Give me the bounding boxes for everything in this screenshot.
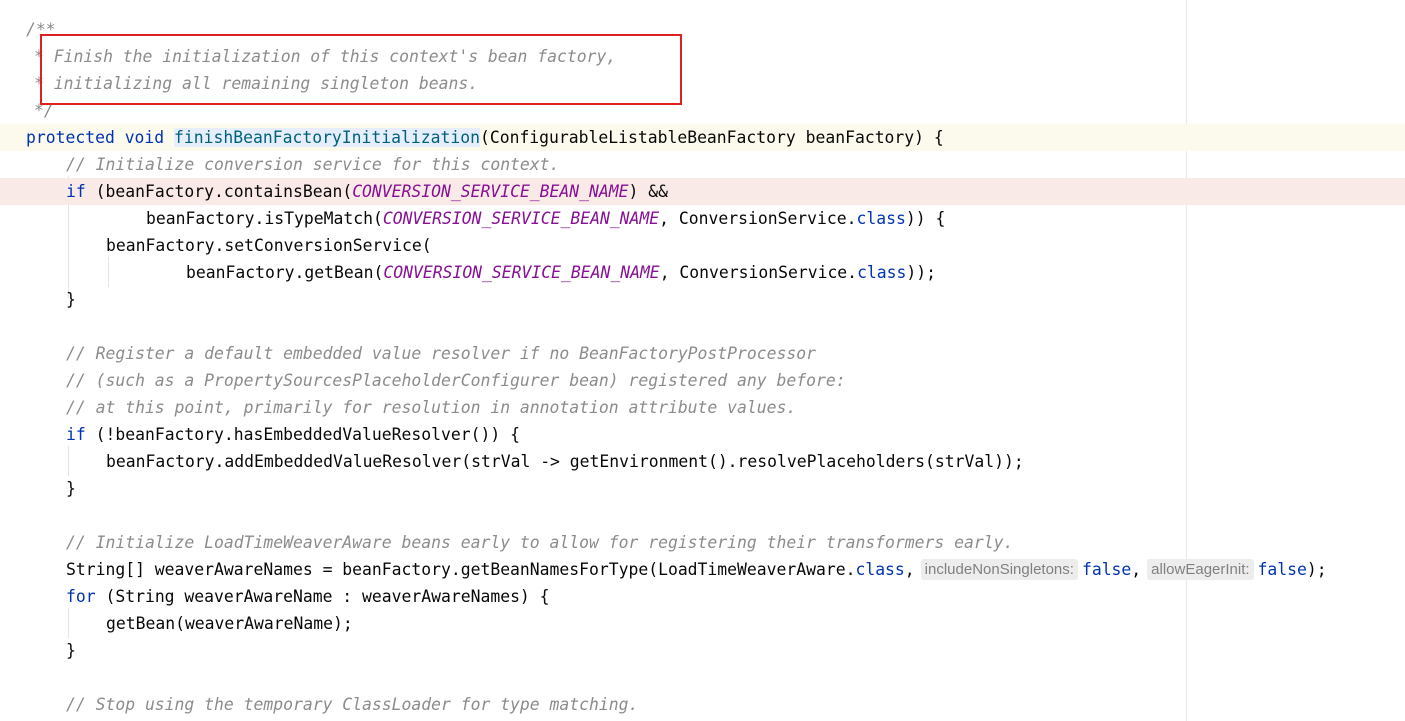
code-token: );	[1306, 560, 1327, 579]
comment-token: // Register a default embedded value res…	[66, 344, 816, 363]
code-text: beanFactory.setConversionService(	[106, 232, 432, 259]
keyword-token: if	[66, 425, 86, 444]
annotation-highlight-box	[40, 34, 682, 105]
code-text: }	[66, 637, 76, 664]
code-line[interactable]: }	[0, 286, 1405, 313]
code-text: // at this point, primarily for resoluti…	[66, 394, 796, 421]
code-token: ,	[1131, 560, 1142, 579]
code-token: beanFactory.addEmbeddedValueResolver(str…	[106, 452, 1024, 471]
code-text: getBean(weaverAwareName);	[106, 610, 353, 637]
keyword-token: class	[857, 263, 907, 282]
keyword-token: class	[856, 209, 906, 228]
code-text: for (String weaverAwareName : weaverAwar…	[66, 583, 550, 610]
code-text: // (such as a PropertySourcesPlaceholder…	[66, 367, 846, 394]
code-editor[interactable]: /** * Finish the initialization of this c…	[0, 0, 1405, 721]
code-line[interactable]: protected void finishBeanFactoryInitiali…	[0, 124, 1405, 151]
code-text: // Stop using the temporary ClassLoader …	[66, 691, 638, 718]
constant-token: CONVERSION_SERVICE_BEAN_NAME	[383, 263, 660, 282]
code-line[interactable]: for (String weaverAwareName : weaverAwar…	[0, 583, 1405, 610]
code-line[interactable]: // Initialize conversion service for thi…	[0, 151, 1405, 178]
comment-token: // Stop using the temporary ClassLoader …	[66, 695, 639, 714]
code-token: (beanFactory.containsBean(	[85, 182, 353, 201]
code-line[interactable]: // Stop using the temporary ClassLoader …	[0, 691, 1405, 718]
constant-token: CONVERSION_SERVICE_BEAN_NAME	[382, 209, 660, 228]
code-token: String[] weaverAwareNames = beanFactory.…	[66, 560, 856, 579]
code-text: beanFactory.isTypeMatch(CONVERSION_SERVI…	[146, 205, 945, 232]
code-token: }	[66, 290, 76, 309]
comment-token: // Initialize LoadTimeWeaverAware beans …	[66, 533, 1014, 552]
code-text: String[] weaverAwareNames = beanFactory.…	[66, 556, 1327, 583]
code-text: // Register a default embedded value res…	[66, 340, 816, 367]
code-line[interactable]: // Register a default embedded value res…	[0, 340, 1405, 367]
code-token: (!beanFactory.hasEmbeddedValueResolver()…	[85, 425, 520, 444]
code-token: beanFactory.setConversionService(	[106, 236, 432, 255]
keyword-token: void	[124, 128, 165, 147]
parameter-hint: allowEagerInit:	[1147, 559, 1254, 580]
code-text: if (beanFactory.containsBean(CONVERSION_…	[66, 178, 668, 205]
code-token: )) {	[905, 209, 946, 228]
comment-token: // (such as a PropertySourcesPlaceholder…	[66, 371, 846, 390]
code-line[interactable]: }	[0, 637, 1405, 664]
code-line[interactable]: getBean(weaverAwareName);	[0, 610, 1405, 637]
code-token: , ConversionService.	[659, 263, 858, 282]
method-name-token: finishBeanFactoryInitialization	[174, 128, 480, 147]
code-line[interactable]: }	[0, 475, 1405, 502]
keyword-token: for	[66, 587, 96, 606]
code-line[interactable]: // at this point, primarily for resoluti…	[0, 394, 1405, 421]
keyword-token: if	[66, 182, 86, 201]
code-token: ) &&	[628, 182, 668, 201]
keyword-token: class	[855, 560, 905, 579]
code-text: // Initialize conversion service for thi…	[66, 151, 559, 178]
code-token: beanFactory.getBean(	[186, 263, 384, 282]
code-token: }	[66, 641, 76, 660]
code-token: }	[66, 479, 76, 498]
keyword-token: false	[1257, 560, 1307, 579]
code-text: }	[66, 475, 76, 502]
code-line[interactable]: if (!beanFactory.hasEmbeddedValueResolve…	[0, 421, 1405, 448]
parameter-hint: includeNonSingletons:	[920, 559, 1078, 580]
code-line[interactable]: // (such as a PropertySourcesPlaceholder…	[0, 367, 1405, 394]
code-text: protected void finishBeanFactoryInitiali…	[26, 124, 944, 151]
code-token: beanFactory.isTypeMatch(	[146, 209, 383, 228]
keyword-token: protected	[26, 128, 115, 147]
code-line[interactable]: String[] weaverAwareNames = beanFactory.…	[0, 556, 1405, 583]
keyword-token: false	[1081, 560, 1132, 579]
code-token: (String weaverAwareName : weaverAwareNam…	[95, 587, 550, 606]
code-line[interactable]: beanFactory.getBean(CONVERSION_SERVICE_B…	[0, 259, 1405, 286]
code-token: ,	[904, 560, 915, 579]
code-text: if (!beanFactory.hasEmbeddedValueResolve…	[66, 421, 520, 448]
code-text: }	[66, 286, 76, 313]
code-line[interactable]: beanFactory.addEmbeddedValueResolver(str…	[0, 448, 1405, 475]
code-token: (ConfigurableListableBeanFactory beanFac…	[479, 128, 944, 147]
comment-token: // Initialize conversion service for thi…	[66, 155, 560, 174]
constant-token: CONVERSION_SERVICE_BEAN_NAME	[352, 182, 629, 201]
code-text: // Initialize LoadTimeWeaverAware beans …	[66, 529, 1013, 556]
code-text: beanFactory.addEmbeddedValueResolver(str…	[106, 448, 1024, 475]
code-line[interactable]: beanFactory.setConversionService(	[0, 232, 1405, 259]
code-line[interactable]: if (beanFactory.containsBean(CONVERSION_…	[0, 178, 1405, 205]
comment-token: // at this point, primarily for resoluti…	[66, 398, 797, 417]
code-text: beanFactory.getBean(CONVERSION_SERVICE_B…	[186, 259, 936, 286]
code-token: , ConversionService.	[659, 209, 857, 228]
code-line[interactable]: // Initialize LoadTimeWeaverAware beans …	[0, 529, 1405, 556]
code-line[interactable]: beanFactory.isTypeMatch(CONVERSION_SERVI…	[0, 205, 1405, 232]
code-token: ));	[906, 263, 937, 282]
code-token: getBean(weaverAwareName);	[106, 614, 353, 633]
